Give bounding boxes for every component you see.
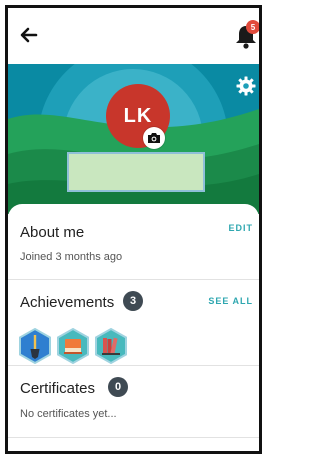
books-icon xyxy=(95,327,127,365)
shovel-icon xyxy=(19,327,51,365)
profile-banner: LK xyxy=(8,64,259,214)
achievements-count: 3 xyxy=(123,291,143,311)
profile-card: About me EDIT Joined 3 months ago Achiev… xyxy=(8,204,259,451)
joined-text: Joined 3 months ago xyxy=(20,251,123,263)
profile-name-placeholder xyxy=(67,152,205,192)
achievements-title: Achievements xyxy=(20,294,115,311)
arrow-left-icon xyxy=(20,27,38,43)
about-section: About me EDIT Joined 3 months ago xyxy=(8,204,259,280)
back-button[interactable] xyxy=(16,22,42,48)
edit-button[interactable]: EDIT xyxy=(228,223,253,233)
app-bar: 5 xyxy=(8,8,259,64)
change-photo-button[interactable] xyxy=(143,127,165,149)
settings-button[interactable] xyxy=(236,76,256,96)
no-certificates-text: No certificates yet... xyxy=(20,408,117,420)
avatar-initials: LK xyxy=(123,104,153,127)
achievement-badge[interactable] xyxy=(18,327,52,365)
achievement-badges xyxy=(18,327,138,365)
about-title: About me xyxy=(20,224,85,241)
certificates-count: 0 xyxy=(108,377,128,397)
app-frame: 5 LK About me EDIT Joined 3 months ago A… xyxy=(5,5,262,454)
achievements-section: Achievements 3 SEE ALL xyxy=(8,280,259,366)
camera-icon xyxy=(148,133,160,143)
see-all-button[interactable]: SEE ALL xyxy=(208,296,253,306)
certificates-title: Certificates xyxy=(20,380,96,397)
book-icon xyxy=(57,327,89,365)
achievement-badge[interactable] xyxy=(56,327,90,365)
gear-icon xyxy=(236,76,256,96)
achievement-badge[interactable] xyxy=(94,327,128,365)
certificates-section: Certificates 0 No certificates yet... xyxy=(8,366,259,438)
notification-count-badge: 5 xyxy=(246,20,259,34)
